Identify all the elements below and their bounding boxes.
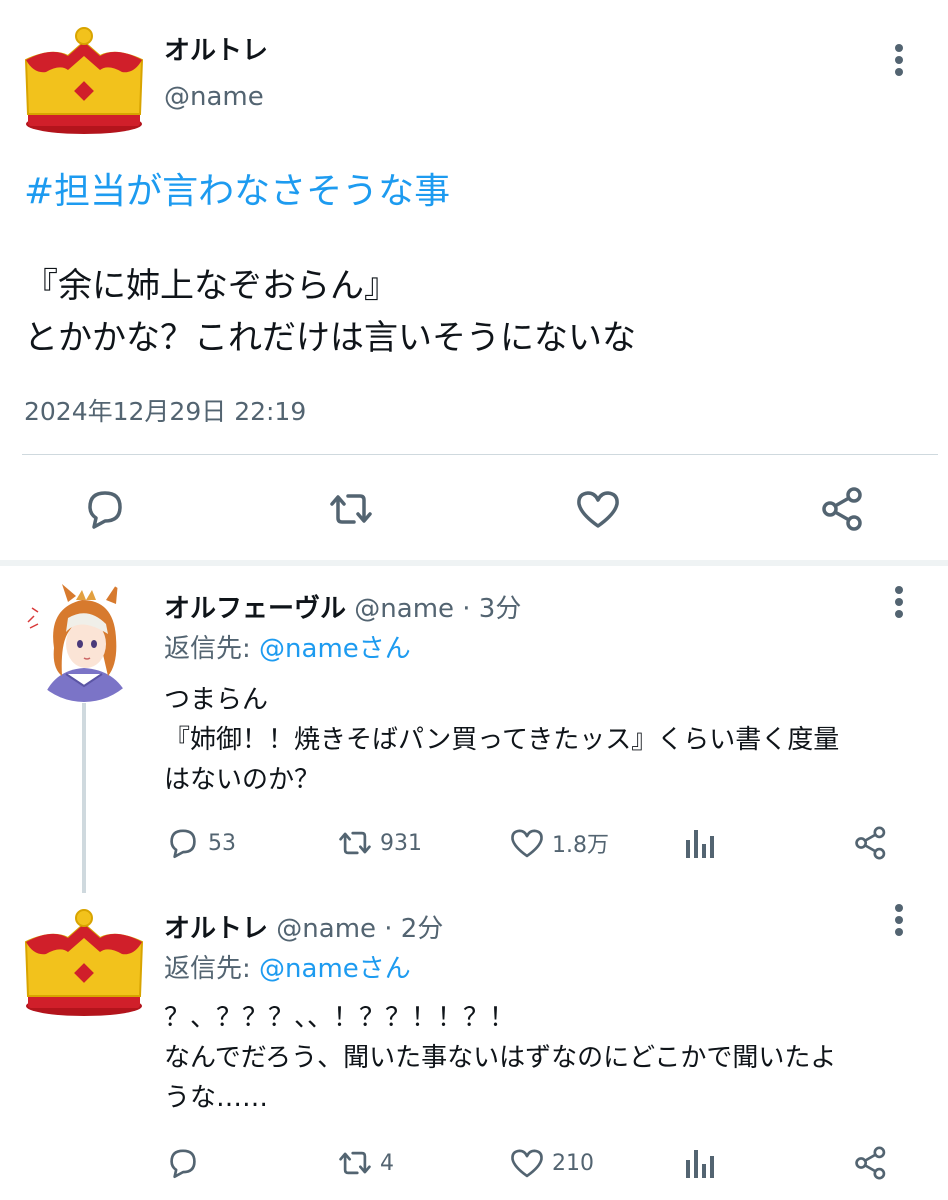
reply-count[interactable] [164, 1144, 208, 1182]
tweet-text: 『余に姉上なぞおらん』 とかかな？これだけは言いそうにないな [24, 266, 636, 358]
retweet-icon[interactable] [326, 484, 376, 534]
more-options-icon[interactable] [884, 40, 914, 80]
reply-count-value: 53 [208, 830, 236, 856]
author-name[interactable]: オルトレ [164, 30, 268, 67]
replying-to: 返信先: @nameさん [164, 948, 411, 985]
retweet-icon [336, 824, 374, 862]
replying-to-label: 返信先: [164, 634, 260, 664]
like-count-value: 210 [552, 1150, 594, 1176]
like-count-value: 1.8万 [552, 833, 609, 858]
reply-text: つまらん 『姉御！！焼きそばパン買ってきたッス』くらい書く度量 はないのか？ [164, 685, 840, 795]
replying-to-link[interactable]: @nameさん [259, 954, 411, 984]
reply-count[interactable]: 53 [164, 824, 236, 862]
retweet-count-value: 4 [380, 1150, 394, 1176]
retweet-icon [336, 1144, 374, 1182]
like-icon[interactable] [573, 484, 623, 534]
share-button[interactable] [852, 1144, 890, 1182]
analytics-button[interactable] [680, 824, 718, 862]
analytics-icon [680, 1144, 718, 1182]
replying-to-label: 返信先: [164, 954, 260, 984]
reply-icon [164, 1144, 202, 1182]
share-button[interactable] [852, 824, 890, 862]
like-icon [508, 824, 546, 862]
replying-to: 返信先: @nameさん [164, 628, 411, 665]
section-separator [0, 560, 948, 566]
reply-text: ？、？？？、、！？？！！？！ なんでだろう、聞いた事ないはずなのにどこかで聞いた… [164, 1003, 837, 1113]
crown-avatar[interactable] [22, 900, 146, 1024]
character-avatar[interactable] [22, 578, 146, 702]
like-count[interactable]: 210 [508, 1144, 594, 1182]
thread-connector [82, 703, 86, 893]
reply-meta[interactable]: @name · 3分 [354, 594, 521, 624]
analytics-icon [680, 824, 718, 862]
more-options-icon[interactable] [884, 582, 914, 622]
like-icon [508, 1144, 546, 1182]
reply-icon [164, 824, 202, 862]
hashtag-link[interactable]: #担当が言わなさそうな事 [24, 162, 450, 214]
reply-icon[interactable] [80, 484, 130, 534]
reply-author-name[interactable]: オルフェーヴル [164, 594, 346, 624]
analytics-button[interactable] [680, 1144, 718, 1182]
share-icon [852, 824, 890, 862]
reply-author-name[interactable]: オルトレ [164, 914, 268, 944]
retweet-count[interactable]: 4 [336, 1144, 394, 1182]
more-options-icon[interactable] [884, 900, 914, 940]
crown-avatar[interactable] [22, 26, 146, 136]
tweet-timestamp[interactable]: 2024年12月29日 22:19 [24, 392, 306, 428]
retweet-count-value: 931 [380, 830, 422, 856]
reply-header: オルフェーヴル @name · 3分 [164, 588, 521, 625]
reply-meta[interactable]: @name · 2分 [276, 914, 443, 944]
share-icon[interactable] [818, 484, 868, 534]
like-count[interactable]: 1.8万 [508, 824, 609, 862]
share-icon [852, 1144, 890, 1182]
reply-header: オルトレ @name · 2分 [164, 908, 443, 945]
retweet-count[interactable]: 931 [336, 824, 422, 862]
author-handle[interactable]: @name [164, 82, 264, 112]
divider [22, 454, 938, 455]
replying-to-link[interactable]: @nameさん [259, 634, 411, 664]
